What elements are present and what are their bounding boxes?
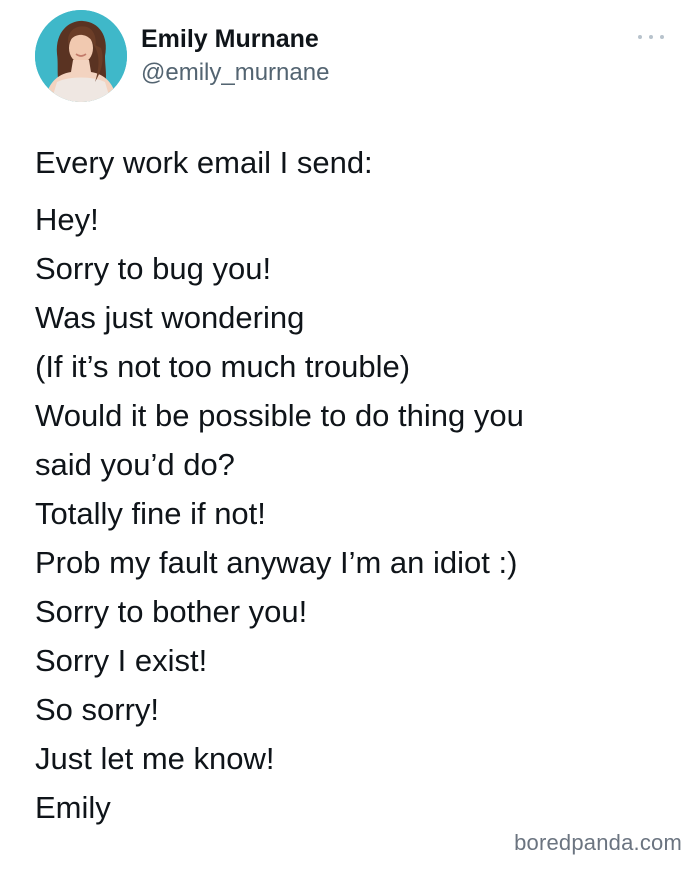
author-handle[interactable]: @emily_murnane — [141, 58, 329, 88]
tweet-line: Just let me know! — [35, 741, 275, 776]
tweet-line: (If it’s not too much trouble) — [35, 349, 411, 384]
watermark: boredpanda.com — [514, 830, 682, 855]
tweet-line: Sorry to bother you! — [35, 594, 308, 629]
tweet-line: Would it be possible to do thing you — [35, 398, 524, 433]
more-dot — [638, 35, 642, 39]
tweet-line: Sorry I exist! — [35, 643, 208, 678]
author-block: Emily Murnane @emily_murnane — [141, 24, 329, 88]
tweet-line: Was just wondering — [35, 300, 305, 335]
tweet-line: Prob my fault anyway I’m an idiot :) — [35, 545, 518, 580]
avatar-portrait-icon — [35, 10, 127, 102]
more-dot — [660, 35, 664, 39]
tweet-intro: Every work email I send: — [35, 145, 373, 180]
more-options-icon[interactable] — [638, 30, 664, 44]
more-dot — [649, 35, 653, 39]
tweet-line: So sorry! — [35, 692, 160, 727]
tweet-line: Sorry to bug you! — [35, 251, 272, 286]
tweet-card: Emily Murnane @emily_murnane Every work … — [0, 0, 700, 870]
avatar[interactable] — [35, 10, 127, 102]
tweet-line: Totally fine if not! — [35, 496, 266, 531]
tweet-text: Every work email I send: Hey! Sorry to b… — [35, 138, 675, 832]
tweet-line: Emily — [35, 790, 111, 825]
author-display-name[interactable]: Emily Murnane — [141, 24, 329, 54]
tweet-line: Hey! — [35, 202, 99, 237]
tweet-line: said you’d do? — [35, 447, 235, 482]
